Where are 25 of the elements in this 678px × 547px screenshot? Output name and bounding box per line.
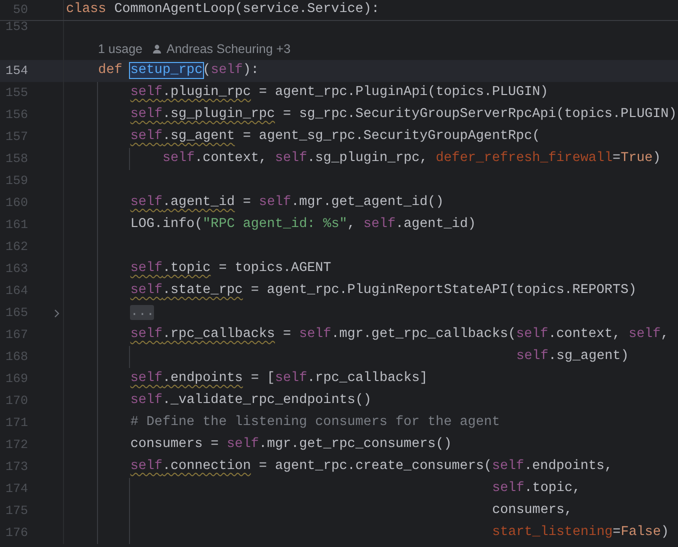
person-icon bbox=[152, 44, 162, 54]
author-text[interactable]: Andreas Scheuring +3 bbox=[166, 40, 291, 58]
code-line: self.plugin_rpc = agent_rpc.PluginApi(topics.PLUGIN) bbox=[130, 84, 548, 102]
code-line: self.topic = topics.AGENT bbox=[130, 260, 332, 278]
code-line: self.agent_id = self.mgr.get_agent_id() bbox=[130, 194, 444, 212]
code-line: self.sg_agent) bbox=[516, 348, 629, 366]
code-line: self.endpoints = [self.rpc_callbacks] bbox=[130, 370, 428, 388]
code-line: self.rpc_callbacks = self.mgr.get_rpc_callbacks(self.context, self, bbox=[130, 326, 669, 344]
chevron-icon[interactable] bbox=[54, 308, 60, 318]
code-line: self.connection = agent_rpc.create_consumers(self.endpoints, bbox=[130, 458, 613, 476]
code-line: # Define the listening consumers for the agent bbox=[130, 414, 500, 432]
code-line: class CommonAgentLoop(service.Service): bbox=[66, 1, 380, 19]
code-line: self.sg_plugin_rpc = sg_rpc.SecurityGroupServerRpcApi(topics.PLUGIN) bbox=[130, 106, 677, 124]
code-line: self.topic, bbox=[492, 480, 581, 498]
code-line: LOG.info("RPC agent_id: %s", self.agent_id) bbox=[130, 216, 476, 234]
line-number: 154 bbox=[4, 62, 28, 80]
code-line: self.state_rpc = agent_rpc.PluginReportStateAPI(topics.REPORTS) bbox=[130, 282, 637, 300]
usage-link[interactable]: 1 usage bbox=[98, 40, 142, 58]
code-line: consumers = self.mgr.get_rpc_consumers() bbox=[130, 436, 452, 454]
code-line: def setup_rpc(self): bbox=[98, 62, 259, 80]
code-line: self.context, self.sg_plugin_rpc, defer_refresh_firewall=True) bbox=[162, 150, 661, 168]
code-line: self.sg_agent = agent_sg_rpc.SecurityGroupAgentRpc( bbox=[130, 128, 540, 146]
code-line: start_listening=False) bbox=[492, 524, 669, 542]
code-line: consumers, bbox=[492, 502, 572, 520]
code-line: self._validate_rpc_endpoints() bbox=[130, 392, 372, 410]
